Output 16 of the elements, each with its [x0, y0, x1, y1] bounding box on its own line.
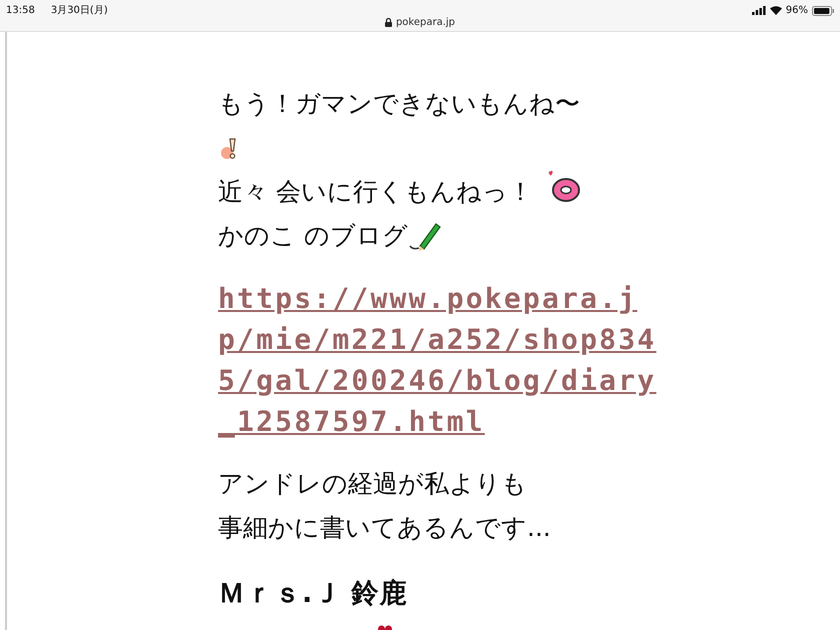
wifi-icon: [770, 6, 782, 15]
signal-icon: [752, 6, 766, 15]
clock-time: 13:58: [6, 4, 35, 18]
text-line: アンドレの経過が私よりも: [218, 469, 527, 498]
battery-icon: [812, 6, 834, 16]
text-line: 事細かに書いてあるんです...: [218, 513, 551, 542]
battery-percent: 96%: [786, 4, 808, 18]
lock-icon: [384, 18, 392, 27]
section-heading: Ｍｒｓ.Ｊ 鈴鹿: [218, 577, 409, 611]
text-line: 近々 会いに行くもんねっ！: [218, 177, 533, 206]
text-line: もう！ガマンできないもんね〜: [218, 89, 580, 118]
status-date: 3月30日(月): [50, 4, 108, 18]
pencil-icon: [408, 222, 442, 252]
blog-link[interactable]: https://www.pokepara.jp/mie/m221/a252/shop8345/gal/200246/blog/diary_12587597.html: [218, 278, 664, 442]
text-line: かのこ のブログ: [218, 221, 408, 250]
page-url: pokepara.jp: [396, 16, 456, 30]
